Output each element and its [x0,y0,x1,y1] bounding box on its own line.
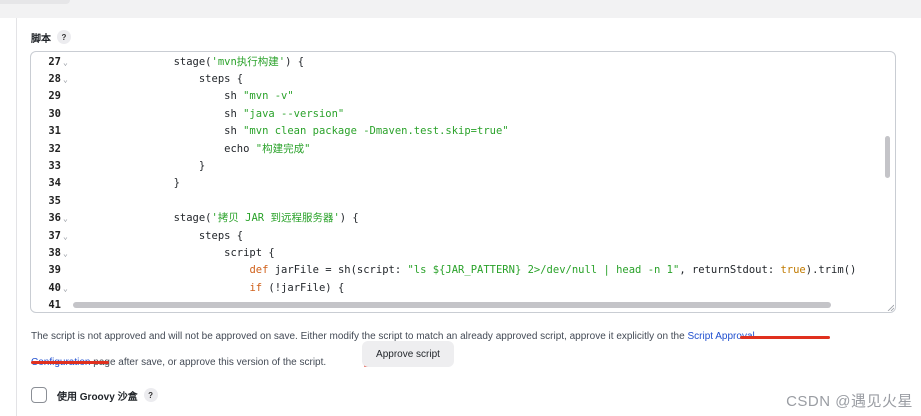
horizontal-scrollbar[interactable] [73,302,831,308]
code-line: 31 sh "mvn clean package -Dmaven.test.sk… [31,123,881,140]
highlight-underline-script-approval [740,336,830,339]
line-number: 28 [48,72,61,85]
code-line: 32 echo "构建完成" [31,141,881,158]
code-text: sh "java --version" [123,107,345,120]
code-text: stage('mvn执行构建') { [123,55,305,68]
approve-script-button[interactable]: Approve script [362,341,454,367]
help-icon[interactable]: ? [143,388,158,402]
fold-chevron-icon[interactable]: ⌄ [63,245,68,262]
watermark: CSDN @遇见火星 [786,393,913,410]
line-number: 34 [48,177,61,190]
horizontal-scrollbar-track[interactable] [71,302,831,308]
code-line: 37 ⌄ steps { [31,228,881,245]
line-number: 31 [48,125,61,138]
code-line: 28 ⌄ steps { [31,71,881,88]
code-line: 29 sh "mvn -v" [31,88,881,105]
groovy-sandbox-checkbox[interactable] [31,387,47,403]
line-number: 37 [48,229,61,242]
code-text: steps { [123,72,244,85]
groovy-sandbox-label: 使用 Groovy 沙盒 [57,391,138,403]
line-number: 27 [48,55,61,68]
line-number: 33 [48,159,61,172]
code-line: 38 ⌄ script { [31,245,881,262]
resize-grip-icon[interactable] [886,303,894,311]
line-number: 38 [48,246,61,259]
fold-chevron-icon[interactable]: ⌄ [63,210,68,227]
code-line: 33 } [31,158,881,175]
top-strip-segment [0,0,70,4]
line-number: 39 [48,264,61,277]
code-line: 39 def jarFile = sh(script: "ls ${JAR_PA… [31,262,881,279]
line-number: 29 [48,90,61,103]
code-text: def jarFile = sh(script: "ls ${JAR_PATTE… [249,264,857,277]
script-label-text: 脚本 [31,33,51,45]
script-editor[interactable]: 27 ⌄ stage('mvn执行构建') {28 ⌄ steps {29 sh "… [30,51,896,313]
code-line: 35 [31,193,881,210]
code-text: if (!jarFile) { [249,281,345,294]
code-line: 30 sh "java --version" [31,106,881,123]
fold-chevron-icon[interactable]: ⌄ [63,280,68,297]
notice-text-after: page after save, or approve this version… [90,357,327,368]
highlight-underline-configuration [31,361,109,364]
groovy-sandbox-row: 使用 Groovy 沙盒 ? [31,386,158,404]
line-number: 41 [48,299,61,312]
fold-chevron-icon[interactable]: ⌄ [63,54,68,71]
code-line: 40 ⌄ if (!jarFile) { [31,280,881,297]
code-text: sh "mvn -v" [123,90,294,103]
code-text: } [123,177,180,190]
code-text: } [123,159,206,172]
script-field-label: 脚本 ? [31,30,71,45]
line-number: 35 [48,194,61,207]
line-number: 36 [48,212,61,225]
vertical-scrollbar[interactable] [885,136,890,178]
section-rail [16,18,17,416]
fold-chevron-icon[interactable]: ⌄ [63,228,68,245]
top-strip [0,0,921,18]
fold-chevron-icon[interactable]: ⌄ [63,71,68,88]
notice-text-before: The script is not approved and will not … [31,331,680,342]
code-text: stage('拷贝 JAR 到远程服务器') { [123,212,359,225]
line-number: 30 [48,107,61,120]
code-line: 27 ⌄ stage('mvn执行构建') { [31,54,881,71]
line-number: 32 [48,142,61,155]
code-text: sh "mvn clean package -Dmaven.test.skip=… [123,125,509,138]
help-icon[interactable]: ? [57,30,71,44]
line-number: 40 [48,281,61,294]
code-text: echo "构建完成" [123,142,311,155]
code-line: 36 ⌄ stage('拷贝 JAR 到远程服务器') { [31,210,881,227]
code-line: 34 } [31,175,881,192]
code-text: steps { [123,229,244,242]
code-text: script { [123,246,275,259]
